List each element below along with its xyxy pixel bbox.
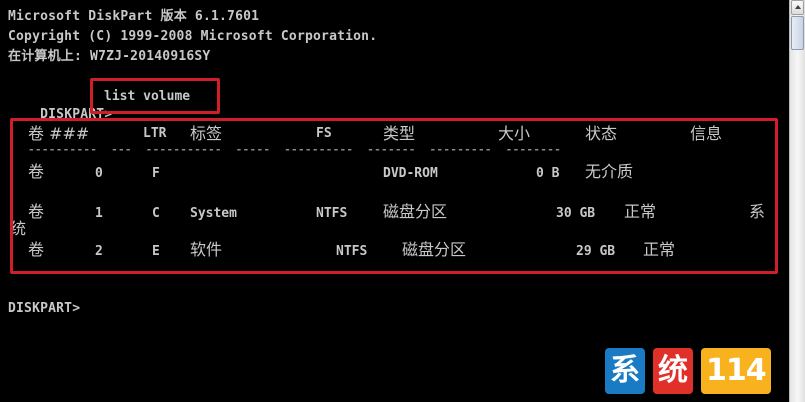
scroll-up-arrow-icon[interactable] [791, 0, 804, 15]
row1-size: 30 GB [556, 206, 596, 221]
row1-ltr: C [152, 206, 160, 221]
prompt: DISKPART> [40, 107, 113, 122]
header-separator: ---------- --- ----------- ----- -------… [28, 143, 562, 156]
row0-num: 0 [95, 166, 103, 181]
row2-ltr: E [152, 244, 160, 259]
copyright-line: Copyright (C) 1999-2008 Microsoft Corpor… [8, 29, 378, 44]
row2-label: 软件 [190, 240, 223, 259]
command-text: list volume [104, 89, 191, 104]
row2-type: 磁盘分区 [402, 240, 467, 259]
row0-status: 无介质 [585, 162, 634, 181]
row1-num: 1 [95, 206, 103, 221]
version-line: Microsoft DiskPart 版本 6.1.7601 [8, 9, 260, 24]
logo-number: 114 [701, 348, 771, 394]
header-status: 状态 [585, 124, 618, 143]
prompt-line-2: DISKPART> [8, 301, 81, 316]
watermark-logo: 系 统 114 [605, 340, 805, 402]
row1-info-part2: 统 [10, 219, 27, 238]
logo-word-1: 系 [605, 348, 645, 394]
row0-ltr: F [152, 166, 160, 181]
scroll-thumb[interactable] [791, 16, 804, 50]
computer-line: 在计算机上: W7ZJ-20140916SY [8, 49, 211, 64]
row1-label: System [190, 206, 237, 221]
row1-vol: 卷 [28, 202, 45, 221]
row1-info-part1: 系 [749, 202, 766, 221]
logo-word-2: 统 [653, 348, 693, 394]
row0-vol: 卷 [28, 162, 45, 181]
row2-status: 正常 [643, 240, 676, 259]
row0-size: 0 B [536, 166, 560, 181]
row1-fs: NTFS [316, 206, 348, 221]
row0-type: DVD-ROM [383, 166, 438, 181]
row1-type: 磁盘分区 [383, 202, 448, 221]
row2-size: 29 GB [576, 244, 616, 259]
row2-num: 2 [95, 244, 103, 259]
row2-vol: 卷 [28, 240, 45, 259]
row1-status: 正常 [624, 202, 657, 221]
header-info: 信息 [690, 124, 723, 143]
row2-fs: NTFS [336, 244, 368, 259]
